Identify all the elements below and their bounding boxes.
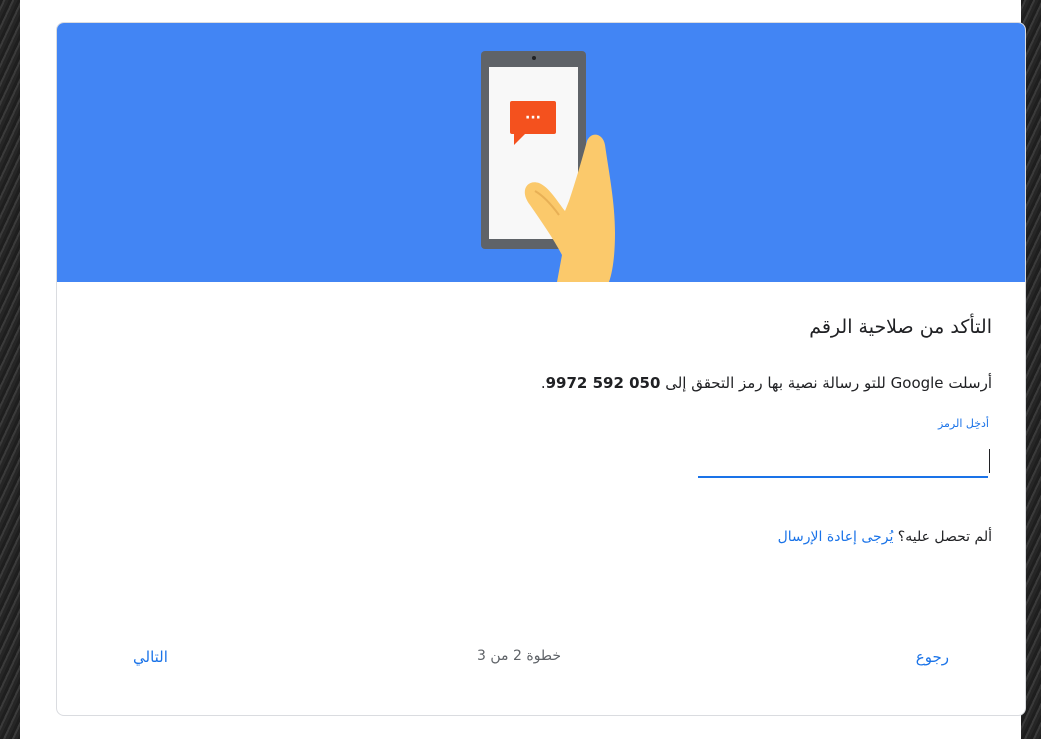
step-indicator: خطوة 2 من 3 <box>477 648 562 664</box>
resend-link[interactable]: يُرجى إعادة الإرسال <box>778 529 894 545</box>
text-caret <box>989 449 990 473</box>
description-prefix: أرسلت Google للتو رسالة نصية بها رمز الت… <box>660 374 992 392</box>
back-button[interactable]: رجوع <box>916 648 949 666</box>
verify-card: ··· التأكد من صلاحية الرقم أرسلت Google … <box>56 22 1026 716</box>
banner: ··· <box>57 23 1025 282</box>
verification-code-input[interactable] <box>698 444 988 478</box>
phone-in-hand-illustration: ··· <box>481 51 615 282</box>
background-texture-left <box>0 0 20 739</box>
verification-description: أرسلت Google للتو رسالة نصية بها رمز الت… <box>541 374 992 392</box>
code-input-label: أدخِل الرمز <box>937 417 989 430</box>
page: ··· التأكد من صلاحية الرقم أرسلت Google … <box>20 0 1026 739</box>
resend-question: ألم تحصل عليه؟ <box>893 529 992 545</box>
content: التأكد من صلاحية الرقم أرسلت Google للتو… <box>57 282 1025 715</box>
svg-text:···: ··· <box>525 110 541 126</box>
next-button[interactable]: التالي <box>133 648 168 666</box>
resend-row: ألم تحصل عليه؟ يُرجى إعادة الإرسال <box>778 529 992 545</box>
phone-number: 050 592 9972 <box>545 374 661 392</box>
phone-camera <box>532 56 536 60</box>
page-title: التأكد من صلاحية الرقم <box>809 316 992 338</box>
